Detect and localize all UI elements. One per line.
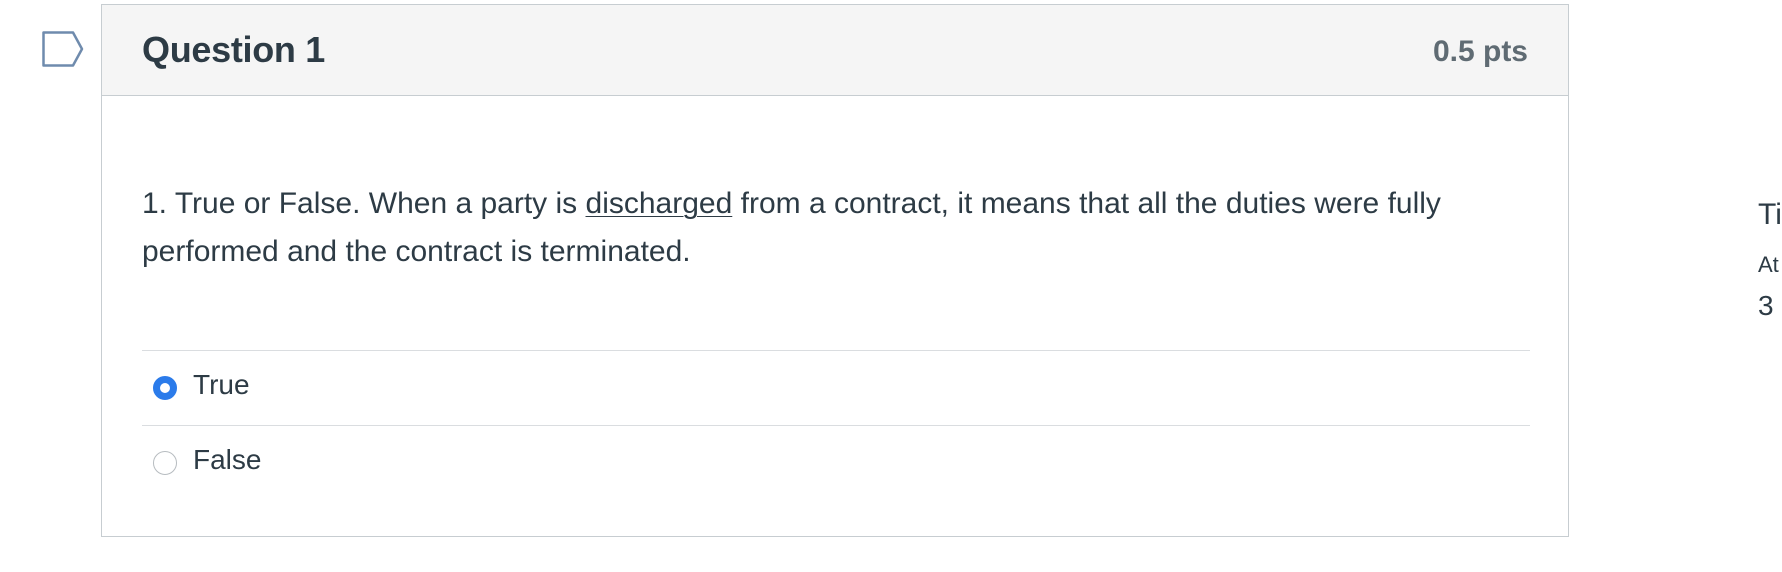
question-card: Question 1 0.5 pts 1. True or False. Whe… [101, 4, 1569, 537]
answer-option-true[interactable]: True [142, 350, 1530, 425]
flag-question-icon[interactable] [42, 31, 84, 67]
answer-option-false[interactable]: False [142, 425, 1530, 500]
question-text-underlined: discharged [585, 187, 733, 220]
answer-label[interactable]: True [193, 369, 250, 401]
question-title: Question 1 [142, 29, 326, 70]
side-panel: Ti At 3 [1758, 0, 1782, 572]
side-panel-number: 3 [1758, 290, 1774, 321]
radio-checked-icon[interactable] [153, 376, 177, 400]
side-panel-title: Ti [1758, 198, 1782, 231]
question-text-before: 1. True or False. When a party is [142, 187, 586, 220]
question-points: 0.5 pts [1432, 35, 1528, 68]
radio-unchecked-icon[interactable] [153, 451, 177, 475]
answer-label[interactable]: False [193, 444, 261, 476]
question-header: Question 1 0.5 pts [102, 5, 1568, 96]
question-text: 1. True or False. When a party is discha… [142, 180, 1537, 276]
answer-list: True False [142, 350, 1530, 500]
side-panel-subtitle: At [1758, 252, 1779, 277]
